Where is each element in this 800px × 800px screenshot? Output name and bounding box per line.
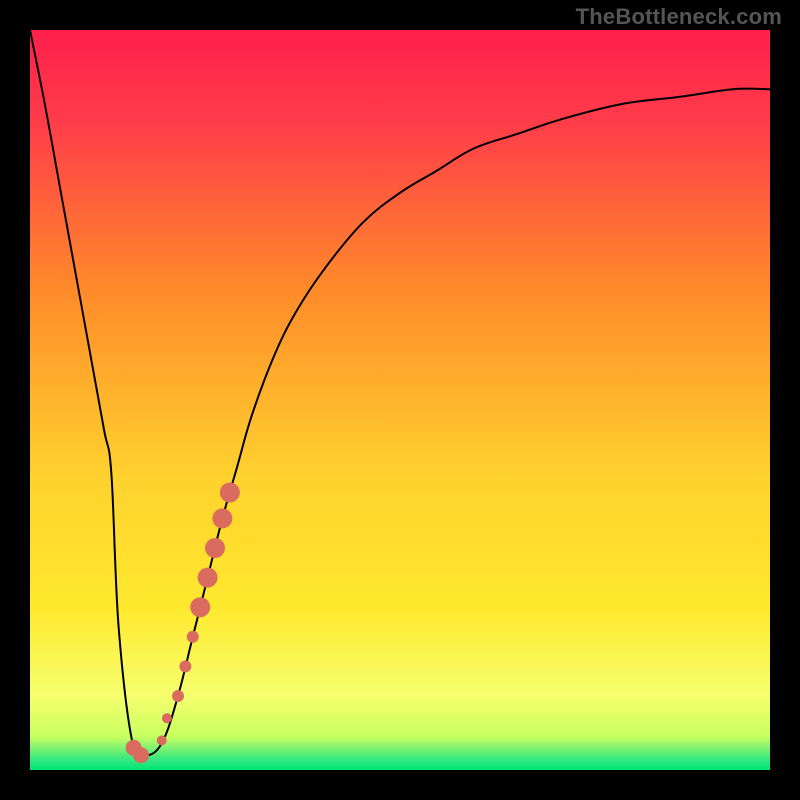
highlight-point <box>190 597 210 617</box>
watermark-text: TheBottleneck.com <box>576 4 782 30</box>
gradient-background <box>30 30 770 770</box>
highlight-point <box>212 508 232 528</box>
bottleneck-chart <box>0 0 800 800</box>
highlight-point <box>172 690 184 702</box>
chart-frame: TheBottleneck.com <box>0 0 800 800</box>
highlight-point <box>162 713 172 723</box>
highlight-point <box>179 660 191 672</box>
highlight-point <box>133 747 149 763</box>
highlight-point <box>157 735 167 745</box>
highlight-point <box>205 538 225 558</box>
highlight-point <box>187 631 199 643</box>
highlight-point <box>198 568 218 588</box>
highlight-point <box>220 483 240 503</box>
